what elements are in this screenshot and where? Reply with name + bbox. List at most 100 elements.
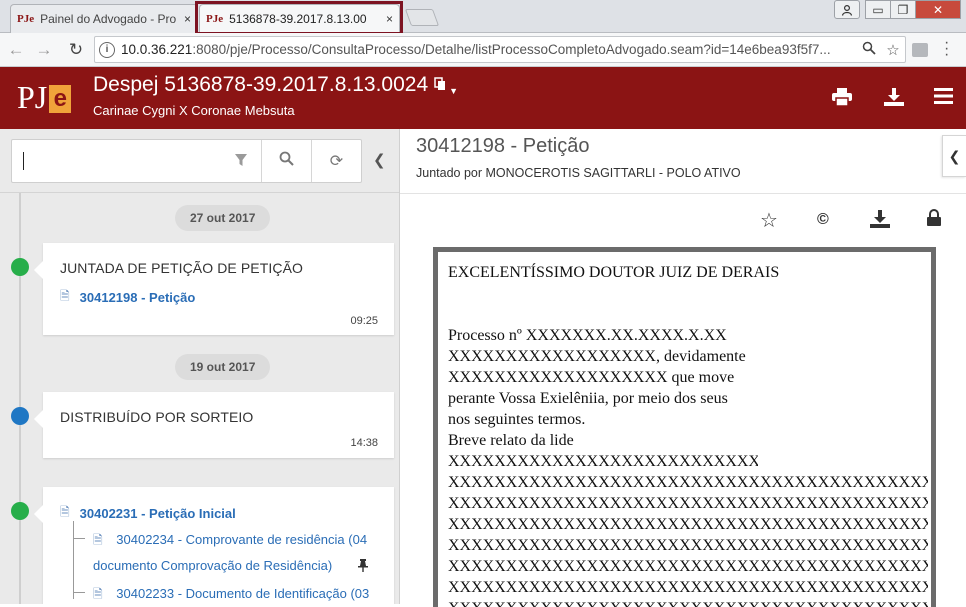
pdf-file-icon: 🗎 bbox=[93, 587, 103, 601]
document-line: Processo nº XXXXXXX.XX.XXXX.X.XX bbox=[448, 327, 727, 344]
tree-connector bbox=[73, 592, 85, 593]
url-host: 10.0.36.221 bbox=[121, 42, 193, 57]
document-viewer[interactable]: EXCELENTÍSSIMO DOUTOR JUIZ DE DERAIS Pro… bbox=[433, 247, 936, 607]
expand-panel-chevron-left-icon[interactable]: ❮ bbox=[942, 135, 966, 177]
document-line: XXXXXXXXXXXXXXXXXXXXXXXXXXXXXXXXXXXXXXXX… bbox=[448, 495, 928, 512]
address-bar[interactable]: i 10.0.36.221 :8080/pje/Processo/Consult… bbox=[94, 36, 906, 63]
minimize-icon[interactable]: ▭ bbox=[865, 0, 891, 19]
document-link-label: 30412198 - Petição bbox=[79, 290, 196, 305]
document-line: Breve relato da lide bbox=[448, 432, 574, 449]
tab-title: 5136878-39.2017.8.13.00 bbox=[229, 12, 367, 26]
timeline-search-input[interactable] bbox=[12, 140, 261, 182]
browser-menu-icon[interactable]: · · · bbox=[944, 35, 949, 63]
star-icon[interactable]: ☆ bbox=[760, 208, 778, 233]
reload-icon[interactable]: ↻ bbox=[64, 40, 88, 60]
attachment-label: 30402234 - Comprovante de residência (04 bbox=[116, 532, 368, 547]
refresh-button[interactable]: ⟳ bbox=[311, 140, 361, 182]
filter-icon[interactable] bbox=[235, 153, 247, 169]
download-icon[interactable] bbox=[870, 210, 890, 233]
document-panel: 30412198 - Petição Juntado por MONOCEROT… bbox=[400, 129, 966, 607]
attachment-link-continued[interactable]: documento Comprovação de Residência) bbox=[93, 558, 332, 573]
collapse-panel-chevron-left-icon[interactable]: ❮ bbox=[373, 151, 386, 169]
pin-icon[interactable] bbox=[358, 559, 368, 575]
document-link[interactable]: 🗎 30412198 - Petição bbox=[60, 287, 195, 308]
pje-logo[interactable]: PJ e bbox=[17, 76, 72, 118]
attachment-link[interactable]: 🗎 30402234 - Comprovante de residência (… bbox=[93, 531, 367, 552]
pje-favicon: PJe bbox=[17, 13, 35, 25]
user-profile-icon[interactable] bbox=[834, 0, 860, 19]
document-heading: EXCELENTÍSSIMO DOUTOR JUIZ DE DERAIS bbox=[448, 264, 780, 281]
attachment-link[interactable]: 🗎 30402233 - Documento de Identificação … bbox=[93, 585, 369, 604]
window-controls: ▭ ❐ ✕ bbox=[834, 0, 961, 20]
copyright-icon[interactable]: © bbox=[817, 211, 829, 229]
bookmark-star-icon[interactable]: ☆ bbox=[881, 41, 905, 59]
browser-tab-strip: PJe Painel do Advogado - Pro × PJe 51368… bbox=[0, 0, 966, 35]
maximize-icon[interactable]: ❐ bbox=[890, 0, 916, 19]
hamburger-menu-icon[interactable] bbox=[934, 88, 953, 109]
browser-tab-painel[interactable]: PJe Painel do Advogado - Pro × bbox=[10, 4, 198, 33]
browser-toolbar: ← → ↻ i 10.0.36.221 :8080/pje/Processo/C… bbox=[0, 33, 966, 67]
tree-connector bbox=[73, 521, 74, 599]
document-title: 30412198 - Petição bbox=[416, 135, 590, 157]
document-link-label: 30402231 - Petição Inicial bbox=[79, 506, 236, 521]
panel-divider bbox=[0, 192, 399, 193]
document-line: XXXXXXXXXXXXXXXXXXXXXXXXXXXXXXXXXXXXXXXX… bbox=[448, 474, 928, 491]
timeline-event-card[interactable]: JUNTADA DE PETIÇÃO DE PETIÇÃO 🗎 30412198… bbox=[34, 243, 394, 335]
process-number: Despej 5136878-39.2017.8.13.0024 bbox=[93, 73, 429, 96]
timeline-event-card[interactable]: DISTRIBUÍDO POR SORTEIO 14:38 bbox=[34, 392, 394, 458]
tab-close-icon[interactable]: × bbox=[184, 12, 191, 26]
pje-header: PJ e Despej 5136878-39.2017.8.13.0024 ▼ C… bbox=[0, 67, 966, 129]
forward-arrow-icon[interactable]: → bbox=[32, 40, 56, 60]
document-line: XXXXXXXXXXXXXXXXXXXXXXXXXXXXXXXXXXXXXXXX… bbox=[448, 558, 928, 575]
search-button[interactable] bbox=[261, 140, 311, 182]
date-badge: 27 out 2017 bbox=[175, 205, 271, 231]
document-line: XXXXXXXXXXXXXXXXXXXXXXXXXXXXXXXXXXXXXXXX… bbox=[448, 598, 928, 607]
document-link[interactable]: 🗎 30402231 - Petição Inicial bbox=[60, 503, 236, 524]
text-cursor bbox=[23, 152, 24, 170]
status-dot bbox=[11, 502, 29, 520]
tree-connector bbox=[73, 538, 85, 539]
chevron-down-icon[interactable]: ▼ bbox=[449, 86, 458, 96]
document-line: XXXXXXXXXXXXXXXXXXXXXXXXXXXXX bbox=[448, 453, 758, 470]
file-icon: 🗎 bbox=[60, 289, 70, 303]
document-page: EXCELENTÍSSIMO DOUTOR JUIZ DE DERAIS Pro… bbox=[448, 262, 928, 607]
document-line: XXXXXXXXXXXXXXXXXX, devidamente bbox=[448, 348, 746, 365]
document-line: XXXXXXXXXXXXXXXXXXXXXXXXXXXXXXXXXXXXXXXX… bbox=[448, 516, 928, 533]
pdf-file-icon: 🗎 bbox=[93, 533, 103, 547]
event-title: DISTRIBUÍDO POR SORTEIO bbox=[60, 409, 254, 425]
timeline-search-bar: ⟳ bbox=[11, 139, 362, 183]
extension-icon[interactable] bbox=[912, 43, 928, 57]
refresh-icon: ⟳ bbox=[329, 153, 344, 170]
logo-text: PJ bbox=[17, 78, 48, 115]
download-icon[interactable] bbox=[884, 88, 904, 111]
date-badge: 19 out 2017 bbox=[175, 354, 271, 380]
tab-close-icon[interactable]: × bbox=[386, 12, 393, 26]
pje-favicon: PJe bbox=[206, 13, 224, 25]
event-time: 09:25 bbox=[350, 315, 378, 327]
site-info-icon[interactable]: i bbox=[99, 41, 115, 58]
document-line: XXXXXXXXXXXXXXXXXXX que move bbox=[448, 369, 735, 386]
event-title: JUNTADA DE PETIÇÃO DE PETIÇÃO bbox=[60, 260, 304, 276]
attachment-label: 30402233 - Documento de Identificação (0… bbox=[116, 586, 370, 601]
lock-icon[interactable] bbox=[927, 209, 941, 231]
document-line: XXXXXXXXXXXXXXXXXXXXXXXXXXXXXXXXXXXXXXXX… bbox=[448, 579, 928, 596]
event-time: 14:38 bbox=[350, 437, 378, 449]
window-close-icon[interactable]: ✕ bbox=[915, 0, 961, 19]
copy-icon[interactable] bbox=[434, 76, 447, 94]
document-line: perante Vossa Exielêniia, por meio dos s… bbox=[448, 390, 728, 407]
browser-tab-processo[interactable]: PJe 5136878-39.2017.8.13.00 × bbox=[199, 4, 400, 33]
document-line: XXXXXXXXXXXXXXXXXXXXXXXXXXXXXXXXXXXXXXXX… bbox=[448, 537, 928, 554]
process-title: Despej 5136878-39.2017.8.13.0024 ▼ bbox=[93, 73, 458, 97]
print-icon[interactable] bbox=[832, 88, 852, 111]
tab-title: Painel do Advogado - Pro bbox=[40, 12, 177, 26]
new-tab-button[interactable] bbox=[404, 9, 440, 26]
process-parties: Carinae Cygni X Coronae Mebsuta bbox=[93, 103, 295, 118]
search-icon bbox=[279, 151, 294, 171]
zoom-icon[interactable] bbox=[857, 41, 881, 59]
back-arrow-icon[interactable]: ← bbox=[4, 40, 28, 60]
status-dot bbox=[11, 258, 29, 276]
document-line: nos seguintes termos. bbox=[448, 411, 586, 428]
timeline-line bbox=[19, 193, 21, 604]
status-dot bbox=[11, 407, 29, 425]
